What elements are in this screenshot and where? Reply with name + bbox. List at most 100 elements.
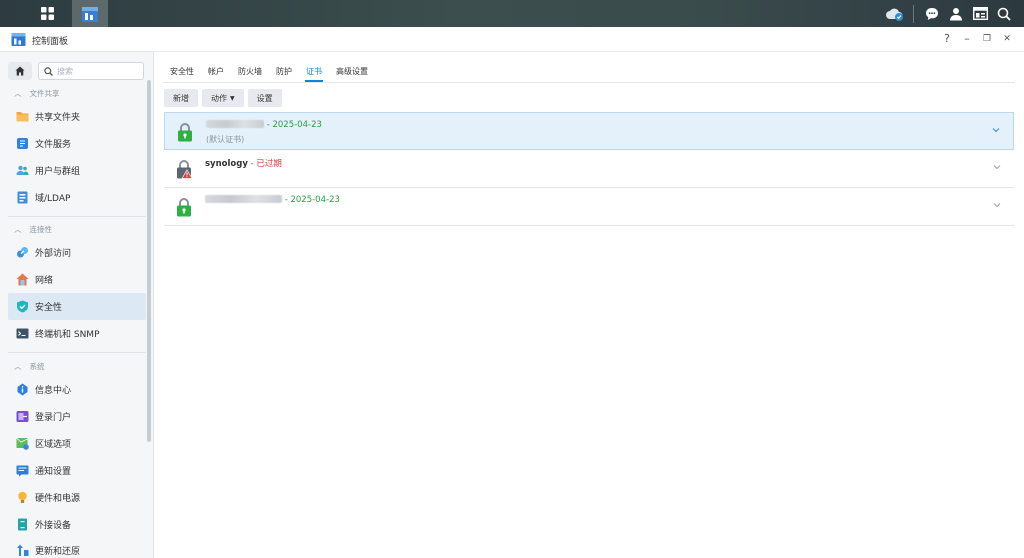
chevron-down-icon[interactable] xyxy=(992,200,1002,210)
sidebar-item-external-access[interactable]: 外部访问 xyxy=(8,239,146,266)
chevron-down-icon[interactable] xyxy=(992,162,1002,172)
sidebar-item-label: 外接设备 xyxy=(35,521,72,531)
notification-icon xyxy=(16,465,29,477)
sidebar-item-label: 共享文件夹 xyxy=(35,113,81,123)
login-portal-icon xyxy=(16,411,29,422)
lightbulb-icon xyxy=(18,491,27,503)
group-system[interactable]: ︿ 系统 xyxy=(14,361,45,372)
add-button[interactable]: 新增 xyxy=(164,89,198,107)
sidebar-item-external-devices[interactable]: 外接设备 xyxy=(8,511,146,538)
certificate-expired-label: 已过期 xyxy=(256,159,282,169)
certificate-row[interactable]: - 2025-04-23 (默认证书) xyxy=(164,112,1014,150)
home-icon xyxy=(15,66,25,76)
group-label: 连接性 xyxy=(29,225,53,234)
chevron-down-icon[interactable] xyxy=(991,125,1001,135)
settings-button[interactable]: 设置 xyxy=(247,89,282,107)
certificate-title: - 2025-04-23 xyxy=(206,120,322,130)
main-panel: 安全性 帐户 防火墙 防护 证书 高级设置 新增 动作 ▼ 设置 - 2025-0… xyxy=(155,52,1024,558)
lock-warning-icon xyxy=(177,160,192,179)
group-label: 系统 xyxy=(29,362,45,371)
external-access-icon xyxy=(17,247,28,258)
regional-map-icon xyxy=(16,437,29,450)
sidebar-item-label: 更新和还原 xyxy=(35,547,81,557)
shield-icon xyxy=(17,300,28,313)
certificate-row[interactable]: synology - 已过期 xyxy=(164,150,1014,188)
tab-account[interactable]: 帐户 xyxy=(201,62,231,82)
file-services-icon xyxy=(17,138,28,149)
sidebar-divider xyxy=(8,216,146,217)
sidebar-item-shared-folder[interactable]: 共享文件夹 xyxy=(8,103,146,130)
sidebar-item-login-portal[interactable]: 登录门户 xyxy=(8,403,146,430)
tab-protection[interactable]: 防护 xyxy=(269,62,299,82)
search-icon xyxy=(997,7,1011,21)
certificate-expiry: 2025-04-23 xyxy=(290,195,340,205)
sidebar-item-update-restore[interactable]: 更新和还原 xyxy=(8,537,146,558)
certificate-row[interactable]: - 2025-04-23 xyxy=(164,188,1014,226)
redacted-domain xyxy=(205,195,282,203)
sidebar-item-label: 终端机和 SNMP xyxy=(35,330,100,340)
network-house-icon xyxy=(16,273,29,286)
messages-button[interactable] xyxy=(920,0,944,27)
folder-icon xyxy=(16,112,29,122)
sidebar-item-label: 外部访问 xyxy=(35,249,72,259)
sidebar-item-label: 通知设置 xyxy=(35,467,72,477)
update-icon xyxy=(17,544,29,556)
sidebar-item-label: 登录门户 xyxy=(35,413,72,423)
chat-icon xyxy=(926,7,938,20)
home-button[interactable] xyxy=(8,62,32,80)
window-titlebar[interactable]: 控制面板 ? – ❐ ✕ xyxy=(0,27,1024,52)
chevron-up-icon: ︿ xyxy=(14,225,22,234)
widgets-button[interactable] xyxy=(968,0,992,27)
control-panel-icon xyxy=(82,6,98,22)
tab-security[interactable]: 安全性 xyxy=(163,62,201,82)
sidebar-item-security[interactable]: 安全性 xyxy=(8,293,146,320)
sidebar-item-label: 区域选项 xyxy=(35,440,72,450)
users-icon xyxy=(16,165,29,175)
taskbar-control-panel-button[interactable] xyxy=(72,0,108,27)
sidebar-divider xyxy=(8,352,146,353)
sidebar-item-info-center[interactable]: 信息中心 xyxy=(8,376,146,403)
help-button[interactable]: ? xyxy=(940,31,954,47)
certificate-name: synology xyxy=(205,159,248,169)
search-icon xyxy=(44,66,53,76)
user-button[interactable] xyxy=(944,0,968,27)
minimize-button[interactable]: – xyxy=(960,31,974,47)
tab-firewall[interactable]: 防火墙 xyxy=(231,62,269,82)
action-button-label: 动作 xyxy=(211,93,227,103)
tab-advanced[interactable]: 高级设置 xyxy=(329,62,375,82)
apps-grid-icon xyxy=(40,7,54,20)
info-icon xyxy=(17,383,28,396)
tab-certificate[interactable]: 证书 xyxy=(299,62,329,82)
widgets-icon xyxy=(972,7,988,20)
group-connectivity[interactable]: ︿ 连接性 xyxy=(14,224,52,235)
domain-icon xyxy=(17,191,28,204)
cloud-sync-button[interactable] xyxy=(883,0,907,27)
group-label: 文件共享 xyxy=(29,89,60,98)
sidebar-scrollbar[interactable] xyxy=(147,80,151,442)
sidebar-item-domain-ldap[interactable]: 域/LDAP xyxy=(8,184,146,211)
restore-button[interactable]: ❐ xyxy=(980,31,994,47)
close-button[interactable]: ✕ xyxy=(1000,31,1014,47)
sidebar-search[interactable] xyxy=(38,62,144,80)
lock-icon xyxy=(178,123,192,142)
sidebar-item-label: 硬件和电源 xyxy=(35,494,81,504)
action-button[interactable]: 动作 ▼ xyxy=(202,89,244,107)
chevron-up-icon: ︿ xyxy=(14,362,22,371)
sidebar: ︿ 文件共享 共享文件夹 文件服务 用户与群组 域/LDAP ︿ 连接性 外部访… xyxy=(0,52,154,558)
search-input[interactable] xyxy=(57,66,127,76)
sidebar-item-terminal-snmp[interactable]: 终端机和 SNMP xyxy=(8,320,146,347)
redacted-domain xyxy=(206,120,264,128)
tab-bar: 安全性 帐户 防火墙 防护 证书 高级设置 xyxy=(163,62,375,82)
window-title: 控制面板 xyxy=(32,37,69,47)
certificate-expiry: 2025-04-23 xyxy=(272,120,322,130)
main-menu-button[interactable] xyxy=(26,0,68,27)
global-search-button[interactable] xyxy=(992,0,1016,27)
group-file-sharing[interactable]: ︿ 文件共享 xyxy=(14,88,60,99)
sidebar-item-notifications[interactable]: 通知设置 xyxy=(8,457,146,484)
sidebar-item-network[interactable]: 网络 xyxy=(8,266,146,293)
sidebar-item-regional-options[interactable]: 区域选项 xyxy=(8,430,146,457)
sidebar-item-file-services[interactable]: 文件服务 xyxy=(8,130,146,157)
user-icon xyxy=(950,7,962,20)
sidebar-item-hardware-power[interactable]: 硬件和电源 xyxy=(8,484,146,511)
sidebar-item-users-groups[interactable]: 用户与群组 xyxy=(8,157,146,184)
